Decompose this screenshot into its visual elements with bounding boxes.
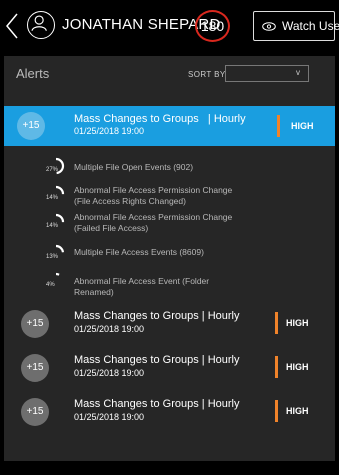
alert-date: 01/25/2018 19:00 bbox=[74, 324, 145, 334]
alert-separator: | bbox=[201, 398, 205, 410]
alert-count-badge: +15 bbox=[21, 310, 49, 338]
alert-date: 01/25/2018 19:00 bbox=[74, 126, 145, 136]
avatar-icon bbox=[27, 11, 55, 39]
eye-icon bbox=[262, 22, 276, 32]
alert-name: Mass Changes to Groups bbox=[74, 113, 199, 125]
alert-count-badge: +15 bbox=[21, 398, 49, 426]
alert-date: 01/25/2018 19:00 bbox=[74, 368, 145, 378]
alert-name: Mass Changes to Groups bbox=[74, 310, 199, 322]
alert-separator: | bbox=[207, 113, 211, 125]
sub-event-percent: 14% bbox=[46, 195, 59, 201]
sub-event-percent: 27% bbox=[46, 167, 59, 173]
percent-arc-icon bbox=[55, 272, 60, 276]
alert-frequency: Hourly bbox=[207, 310, 240, 322]
alert-date: 01/25/2018 19:00 bbox=[74, 412, 145, 422]
alert-row-selected[interactable]: +15 Mass Changes to Groups | Hourly 01/2… bbox=[4, 106, 335, 146]
alerts-title: Alerts bbox=[16, 66, 50, 81]
alert-separator: | bbox=[201, 354, 205, 366]
sub-event-percent: 4% bbox=[46, 282, 55, 288]
watch-user-label: Watch User bbox=[282, 19, 339, 33]
percent-arc-icon bbox=[55, 213, 65, 223]
sub-event-percent: 14% bbox=[46, 223, 59, 229]
alert-frequency: Hourly bbox=[207, 398, 240, 410]
alert-name: Mass Changes to Groups bbox=[74, 354, 199, 366]
severity-bar bbox=[275, 400, 278, 422]
percent-arc-icon bbox=[55, 185, 65, 195]
percent-arc-icon bbox=[55, 157, 65, 175]
back-chevron-icon[interactable] bbox=[5, 13, 19, 39]
sort-by-label: SORT BY bbox=[188, 70, 226, 79]
alert-title: Mass Changes to Groups | Hourly bbox=[74, 354, 240, 366]
severity-label: HIGH bbox=[286, 406, 309, 416]
sub-event-text: Multiple File Open Events (902) bbox=[74, 162, 194, 172]
alert-title: Mass Changes to Groups | Hourly bbox=[74, 113, 246, 125]
watch-user-button[interactable]: Watch User bbox=[253, 11, 339, 41]
alert-title: Mass Changes to Groups | Hourly bbox=[74, 398, 240, 410]
alert-title: Mass Changes to Groups | Hourly bbox=[74, 310, 240, 322]
sort-by-select[interactable]: v bbox=[225, 65, 309, 82]
sub-event-text: Abnormal File Access Event (Folder Renam… bbox=[74, 276, 210, 297]
risk-score-badge: 180 bbox=[195, 10, 230, 42]
alert-count-badge: +15 bbox=[17, 112, 45, 140]
sub-event-percent: 13% bbox=[46, 254, 59, 260]
alert-row[interactable]: +15 Mass Changes to Groups | Hourly 01/2… bbox=[4, 392, 335, 432]
severity-bar bbox=[275, 312, 278, 334]
alert-name: Mass Changes to Groups bbox=[74, 398, 199, 410]
alert-frequency: Hourly bbox=[207, 354, 240, 366]
severity-bar bbox=[277, 115, 280, 137]
sub-event-text: Multiple File Access Events (8609) bbox=[74, 247, 204, 257]
alert-count-badge: +15 bbox=[21, 354, 49, 382]
user-header: JONATHAN SHEPARD 180 Watch User bbox=[0, 0, 339, 52]
sub-event-text: Abnormal File Access Permission Change (… bbox=[74, 185, 233, 206]
alert-row[interactable]: +15 Mass Changes to Groups | Hourly 01/2… bbox=[4, 348, 335, 388]
alert-frequency: Hourly bbox=[213, 113, 246, 125]
sub-event-text: Abnormal File Access Permission Change (… bbox=[74, 212, 233, 233]
percent-arc-icon bbox=[55, 244, 65, 253]
alert-row[interactable]: +15 Mass Changes to Groups | Hourly 01/2… bbox=[4, 304, 335, 344]
chevron-down-icon: v bbox=[296, 68, 300, 77]
severity-bar bbox=[275, 356, 278, 378]
alerts-panel: Alerts SORT BY v +15 Mass Changes to Gro… bbox=[4, 56, 335, 461]
alert-separator: | bbox=[201, 310, 205, 322]
severity-label: HIGH bbox=[286, 318, 309, 328]
severity-label: HIGH bbox=[286, 362, 309, 372]
severity-label: HIGH bbox=[291, 121, 314, 131]
